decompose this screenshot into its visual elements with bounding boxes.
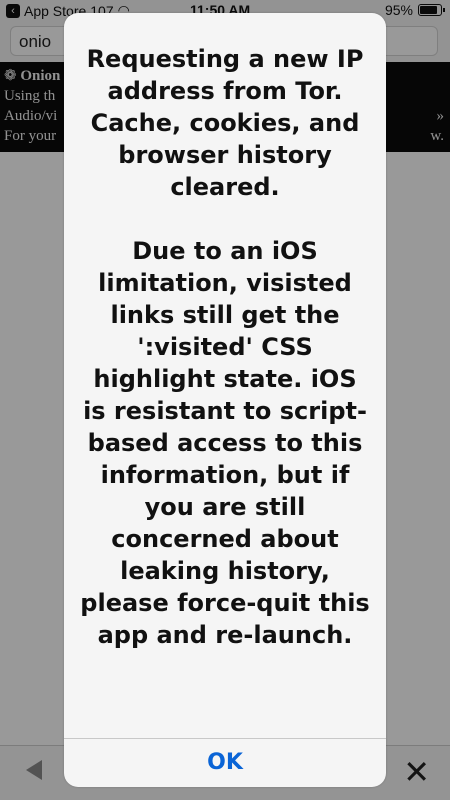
- alert-dialog: Requesting a new IP address from Tor. Ca…: [64, 13, 386, 787]
- ok-button[interactable]: OK: [64, 739, 386, 787]
- alert-message: Requesting a new IP address from Tor. Ca…: [80, 45, 370, 649]
